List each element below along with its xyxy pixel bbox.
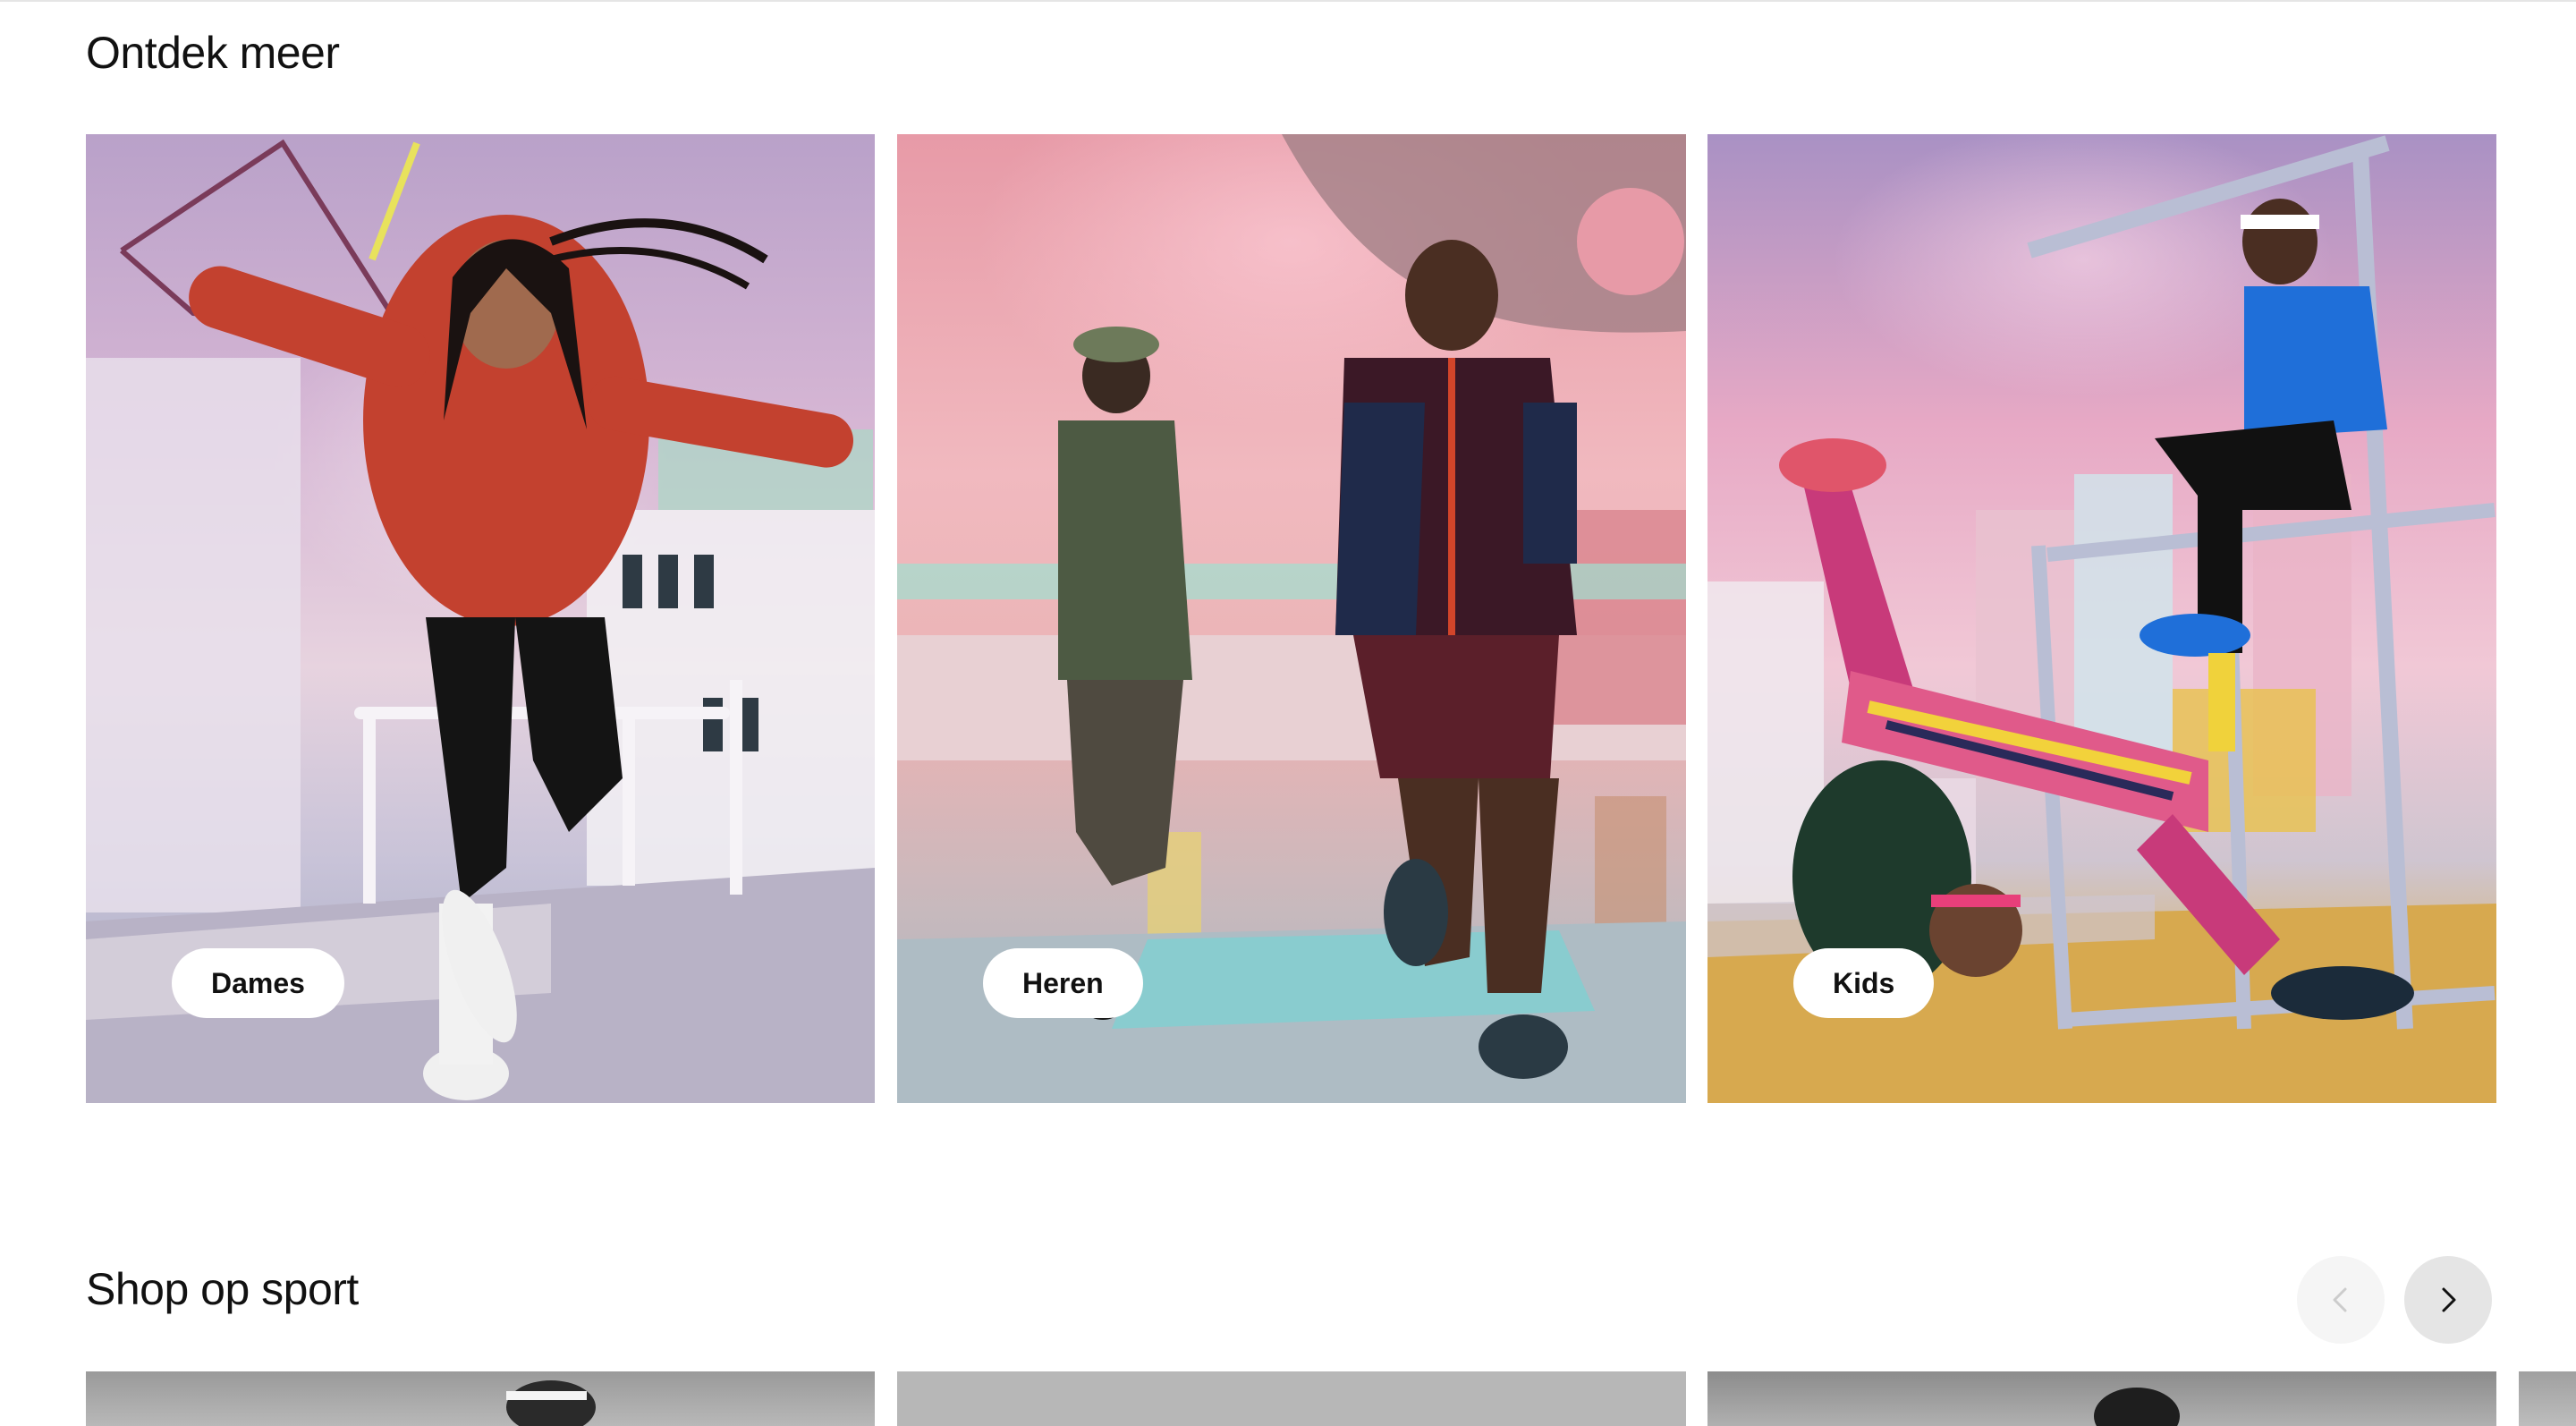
section-title-ontdek-meer: Ontdek meer: [86, 28, 340, 78]
sport-card-image: [506, 1380, 596, 1426]
top-divider: [0, 0, 2576, 2]
chevron-right-icon: [2442, 1287, 2456, 1312]
category-button-dames[interactable]: Dames: [172, 948, 344, 1018]
sport-card[interactable]: [2519, 1371, 2576, 1426]
sport-card[interactable]: [1707, 1371, 2496, 1426]
section-title-shop-op-sport: Shop op sport: [86, 1264, 359, 1314]
carousel-next-button[interactable]: [2404, 1256, 2492, 1344]
category-button-heren[interactable]: Heren: [983, 948, 1143, 1018]
sport-card-image: [2094, 1388, 2180, 1426]
chevron-left-icon: [2333, 1287, 2347, 1312]
sport-card[interactable]: [897, 1371, 1686, 1426]
category-card-heren[interactable]: Heren: [897, 134, 1686, 1103]
sport-card-image: [897, 1371, 1686, 1426]
carousel-prev-button[interactable]: [2297, 1256, 2385, 1344]
sport-card[interactable]: [86, 1371, 875, 1426]
category-button-kids[interactable]: Kids: [1793, 948, 1935, 1018]
category-card-dames[interactable]: Dames: [86, 134, 875, 1103]
category-card-kids[interactable]: Kids: [1707, 134, 2496, 1103]
